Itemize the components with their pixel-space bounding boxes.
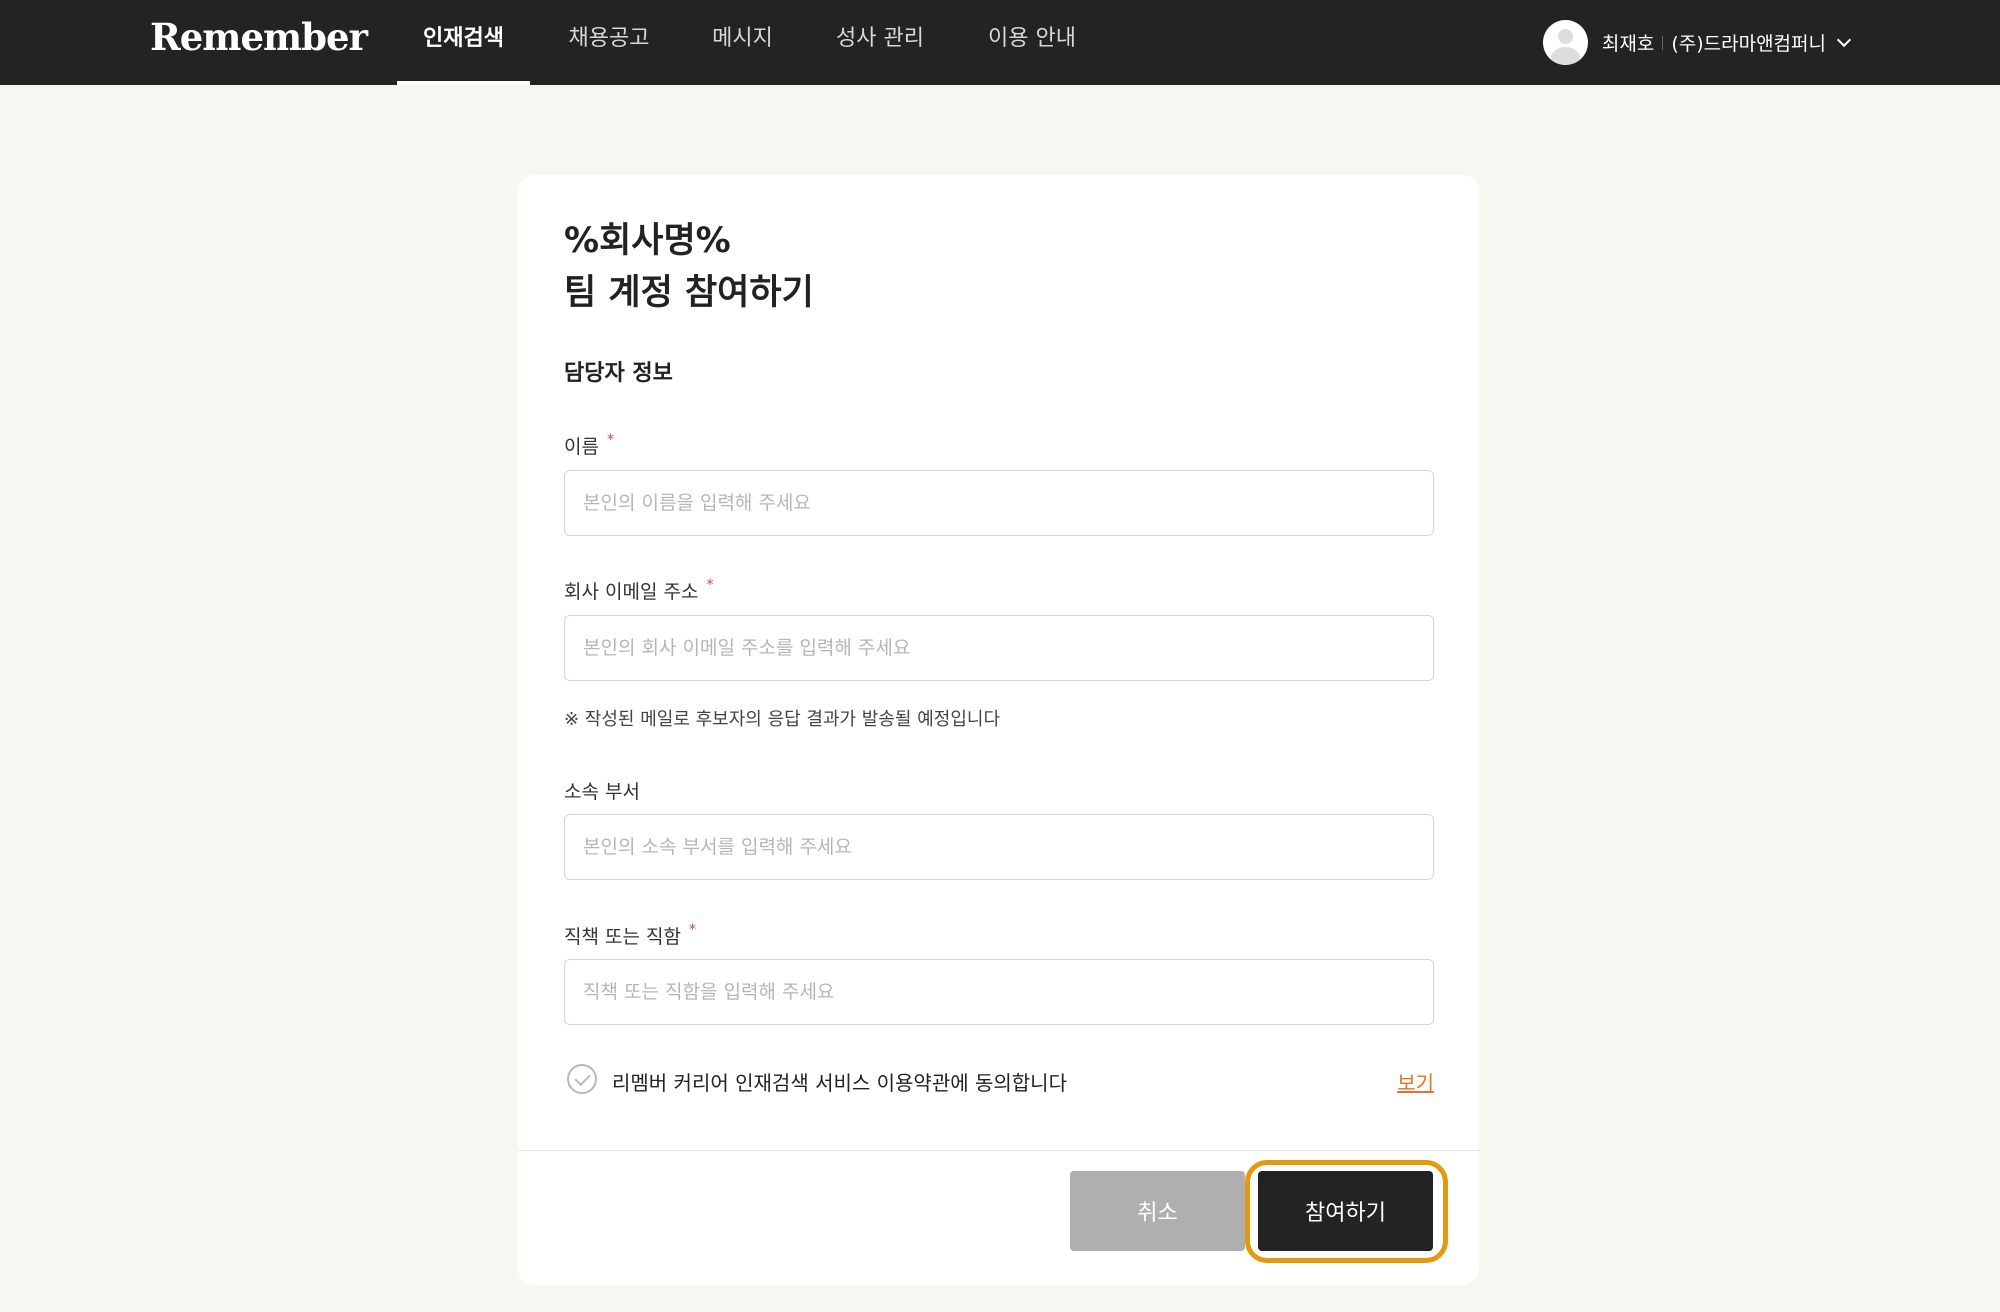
title-join-team: 팀 계정 참여하기: [564, 273, 814, 313]
email-note: ※ 작성된 메일로 후보자의 응답 결과가 발송될 예정입니다: [564, 709, 1001, 730]
chevron-down-icon[interactable]: [1838, 37, 1850, 49]
join-team-account-card: %회사명% 팀 계정 참여하기 담당자 정보 이름 * 회사 이메일 주소 * ※ …: [518, 175, 1479, 1285]
nav-tab-deal-management[interactable]: 성사 관리: [818, 0, 942, 85]
cancel-button[interactable]: 취소: [1070, 1171, 1245, 1251]
check-circle-icon[interactable]: [567, 1064, 597, 1094]
email-input[interactable]: [564, 615, 1434, 681]
position-label-text: 직책 또는 직함: [564, 926, 681, 948]
position-label: 직책 또는 직함 *: [564, 922, 696, 949]
section-title-manager-info: 담당자 정보: [564, 361, 673, 386]
nav-tab-talent-search[interactable]: 인재검색: [397, 0, 530, 85]
email-label: 회사 이메일 주소 *: [564, 577, 713, 604]
top-navigation-bar: Remember 인재검색 채용공고 메시지 성사 관리 이용 안내 최재호 (…: [0, 0, 2000, 85]
avatar: [1542, 20, 1588, 65]
position-input[interactable]: [564, 959, 1434, 1025]
company-name: (주)드라마앤컴퍼니: [1671, 33, 1826, 55]
user-menu[interactable]: 최재호 (주)드라마앤컴퍼니: [1542, 0, 1850, 85]
name-label: 이름 *: [564, 432, 614, 459]
title-company-placeholder: %회사명%: [564, 221, 731, 261]
name-label-text: 이름: [564, 436, 599, 458]
required-mark: *: [706, 577, 714, 593]
department-label: 소속 부서: [564, 777, 640, 804]
join-button[interactable]: 참여하기: [1258, 1171, 1433, 1251]
department-label-text: 소속 부서: [564, 781, 640, 803]
view-terms-link[interactable]: 보기: [1397, 1067, 1434, 1096]
user-separator: [1662, 35, 1664, 50]
nav-tab-usage-guide[interactable]: 이용 안내: [970, 0, 1094, 85]
nav-tab-job-postings[interactable]: 채용공고: [555, 0, 663, 85]
terms-agreement-row: 리멤버 커리어 인재검색 서비스 이용약관에 동의합니다 보기: [564, 1063, 1434, 1097]
required-mark: *: [606, 432, 614, 448]
divider: [518, 1150, 1479, 1151]
department-input[interactable]: [564, 814, 1434, 880]
terms-agreement-text[interactable]: 리멤버 커리어 인재검색 서비스 이용약관에 동의합니다: [612, 1067, 1067, 1096]
required-mark: *: [688, 922, 696, 938]
page-title: %회사명% 팀 계정 참여하기: [564, 215, 814, 319]
remember-logo[interactable]: Remember: [150, 15, 368, 59]
name-input[interactable]: [564, 470, 1434, 536]
user-name: 최재호: [1601, 33, 1655, 55]
email-label-text: 회사 이메일 주소: [564, 581, 699, 603]
nav-tab-messages[interactable]: 메시지: [690, 0, 795, 85]
